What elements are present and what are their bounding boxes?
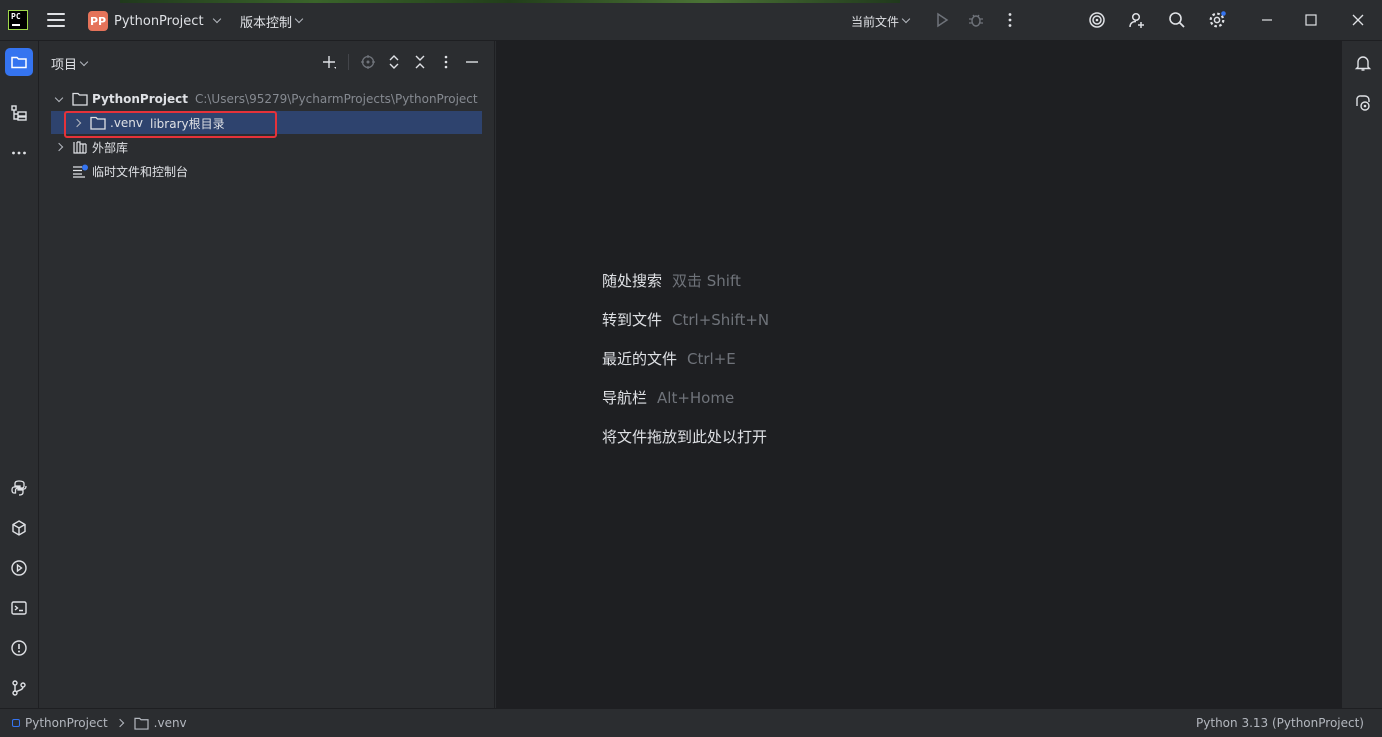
hint-go-to-file: 转到文件 Ctrl+Shift+N <box>602 310 770 330</box>
run-config-label: 当前文件 <box>851 14 900 29</box>
hint-recent-files: 最近的文件 Ctrl+E <box>602 349 736 369</box>
module-icon <box>12 719 20 727</box>
hide-panel-icon[interactable] <box>463 53 481 71</box>
project-panel: 项目 PythonProject C:\Users\95279\PycharmP… <box>40 41 495 708</box>
title-bar: PC PP PythonProject 版本控制 当前文件 <box>0 0 1382 41</box>
run-icon[interactable] <box>932 10 952 30</box>
chevron-right-icon <box>115 718 124 728</box>
expanded-arrow-icon[interactable] <box>54 93 64 104</box>
chevron-down-icon <box>212 14 221 24</box>
folder-icon <box>134 717 149 730</box>
collapsed-arrow-icon[interactable] <box>54 142 64 152</box>
project-root-name: PythonProject <box>92 92 188 106</box>
options-icon[interactable] <box>437 53 455 71</box>
left-tool-strip <box>0 41 39 708</box>
project-root-path: C:\Users\95279\PycharmProjects\PythonPro… <box>194 92 478 106</box>
external-libraries-label: 外部库 <box>92 140 129 155</box>
more-tools-icon[interactable] <box>5 139 33 167</box>
hint-navigation-bar: 导航栏 Alt+Home <box>602 388 735 408</box>
ai-assistant-icon[interactable] <box>1087 10 1107 30</box>
status-bar: PythonProject .venv Python 3.13 (PythonP… <box>0 708 1382 737</box>
terminal-icon[interactable] <box>5 594 33 622</box>
hint-search-everywhere: 随处搜索 双击 Shift <box>602 272 741 290</box>
folder-icon <box>72 92 88 106</box>
chevron-down-icon <box>294 14 304 24</box>
project-badge: PP <box>88 11 108 31</box>
title-decoration <box>120 0 900 3</box>
tree-item-project-root[interactable]: PythonProject C:\Users\95279\PycharmProj… <box>54 87 478 111</box>
structure-icon[interactable] <box>5 99 33 127</box>
scratches-icon <box>73 164 88 178</box>
breadcrumb-project[interactable]: PythonProject <box>25 716 108 730</box>
expand-all-icon[interactable] <box>385 53 403 71</box>
git-icon[interactable] <box>5 674 33 702</box>
collapse-all-icon[interactable] <box>411 53 429 71</box>
debug-icon[interactable] <box>966 10 986 30</box>
services-icon[interactable] <box>5 554 33 582</box>
notifications-icon[interactable] <box>1352 52 1374 74</box>
locate-file-icon[interactable] <box>359 53 377 71</box>
project-switcher-button[interactable]: PP PythonProject <box>88 9 221 33</box>
minimize-icon[interactable] <box>1257 10 1277 30</box>
library-icon <box>73 141 87 154</box>
python-packages-icon[interactable] <box>5 514 33 542</box>
breadcrumb: PythonProject .venv <box>12 716 187 730</box>
editor-area[interactable]: 随处搜索 双击 Shift 转到文件 Ctrl+Shift+N 最近的文件 Ct… <box>496 41 1341 708</box>
hamburger-icon[interactable] <box>47 13 65 27</box>
project-folder-icon[interactable] <box>5 48 33 76</box>
scratches-label: 临时文件和控制台 <box>92 164 189 179</box>
maximize-icon[interactable] <box>1301 10 1321 30</box>
tree-item-scratches[interactable]: 临时文件和控制台 <box>64 159 188 183</box>
chevron-down-icon <box>901 14 911 24</box>
tree-item-external-libraries[interactable]: 外部库 <box>54 135 128 159</box>
divider <box>348 54 349 70</box>
project-view-selector[interactable]: 项目 <box>51 54 89 73</box>
chevron-down-icon <box>79 57 89 66</box>
run-config-button[interactable]: 当前文件 <box>851 9 911 33</box>
add-user-icon[interactable] <box>1127 10 1147 30</box>
pycharm-logo-icon: PC <box>8 10 28 30</box>
vcs-label: 版本控制 <box>240 15 293 31</box>
search-icon[interactable] <box>1167 10 1187 30</box>
project-name: PythonProject <box>114 13 204 29</box>
breadcrumb-folder[interactable]: .venv <box>154 716 187 730</box>
ai-chat-icon[interactable] <box>1352 92 1374 114</box>
right-tool-strip <box>1341 41 1382 708</box>
python-console-icon[interactable] <box>5 474 33 502</box>
settings-icon[interactable] <box>1207 10 1227 30</box>
project-panel-title: 项目 <box>51 58 78 73</box>
new-file-icon[interactable] <box>320 53 338 71</box>
problems-icon[interactable] <box>5 634 33 662</box>
hint-drop-files: 将文件拖放到此处以打开 <box>602 428 768 446</box>
project-panel-header: 项目 <box>40 41 495 83</box>
editor-hints: 随处搜索 双击 Shift 转到文件 Ctrl+Shift+N 最近的文件 Ct… <box>602 261 769 456</box>
close-icon[interactable] <box>1348 10 1368 30</box>
more-icon[interactable] <box>1000 10 1020 30</box>
highlight-annotation-box <box>64 111 277 138</box>
vcs-menu-button[interactable]: 版本控制 <box>240 9 304 33</box>
interpreter-selector[interactable]: Python 3.13 (PythonProject) <box>1196 716 1364 730</box>
